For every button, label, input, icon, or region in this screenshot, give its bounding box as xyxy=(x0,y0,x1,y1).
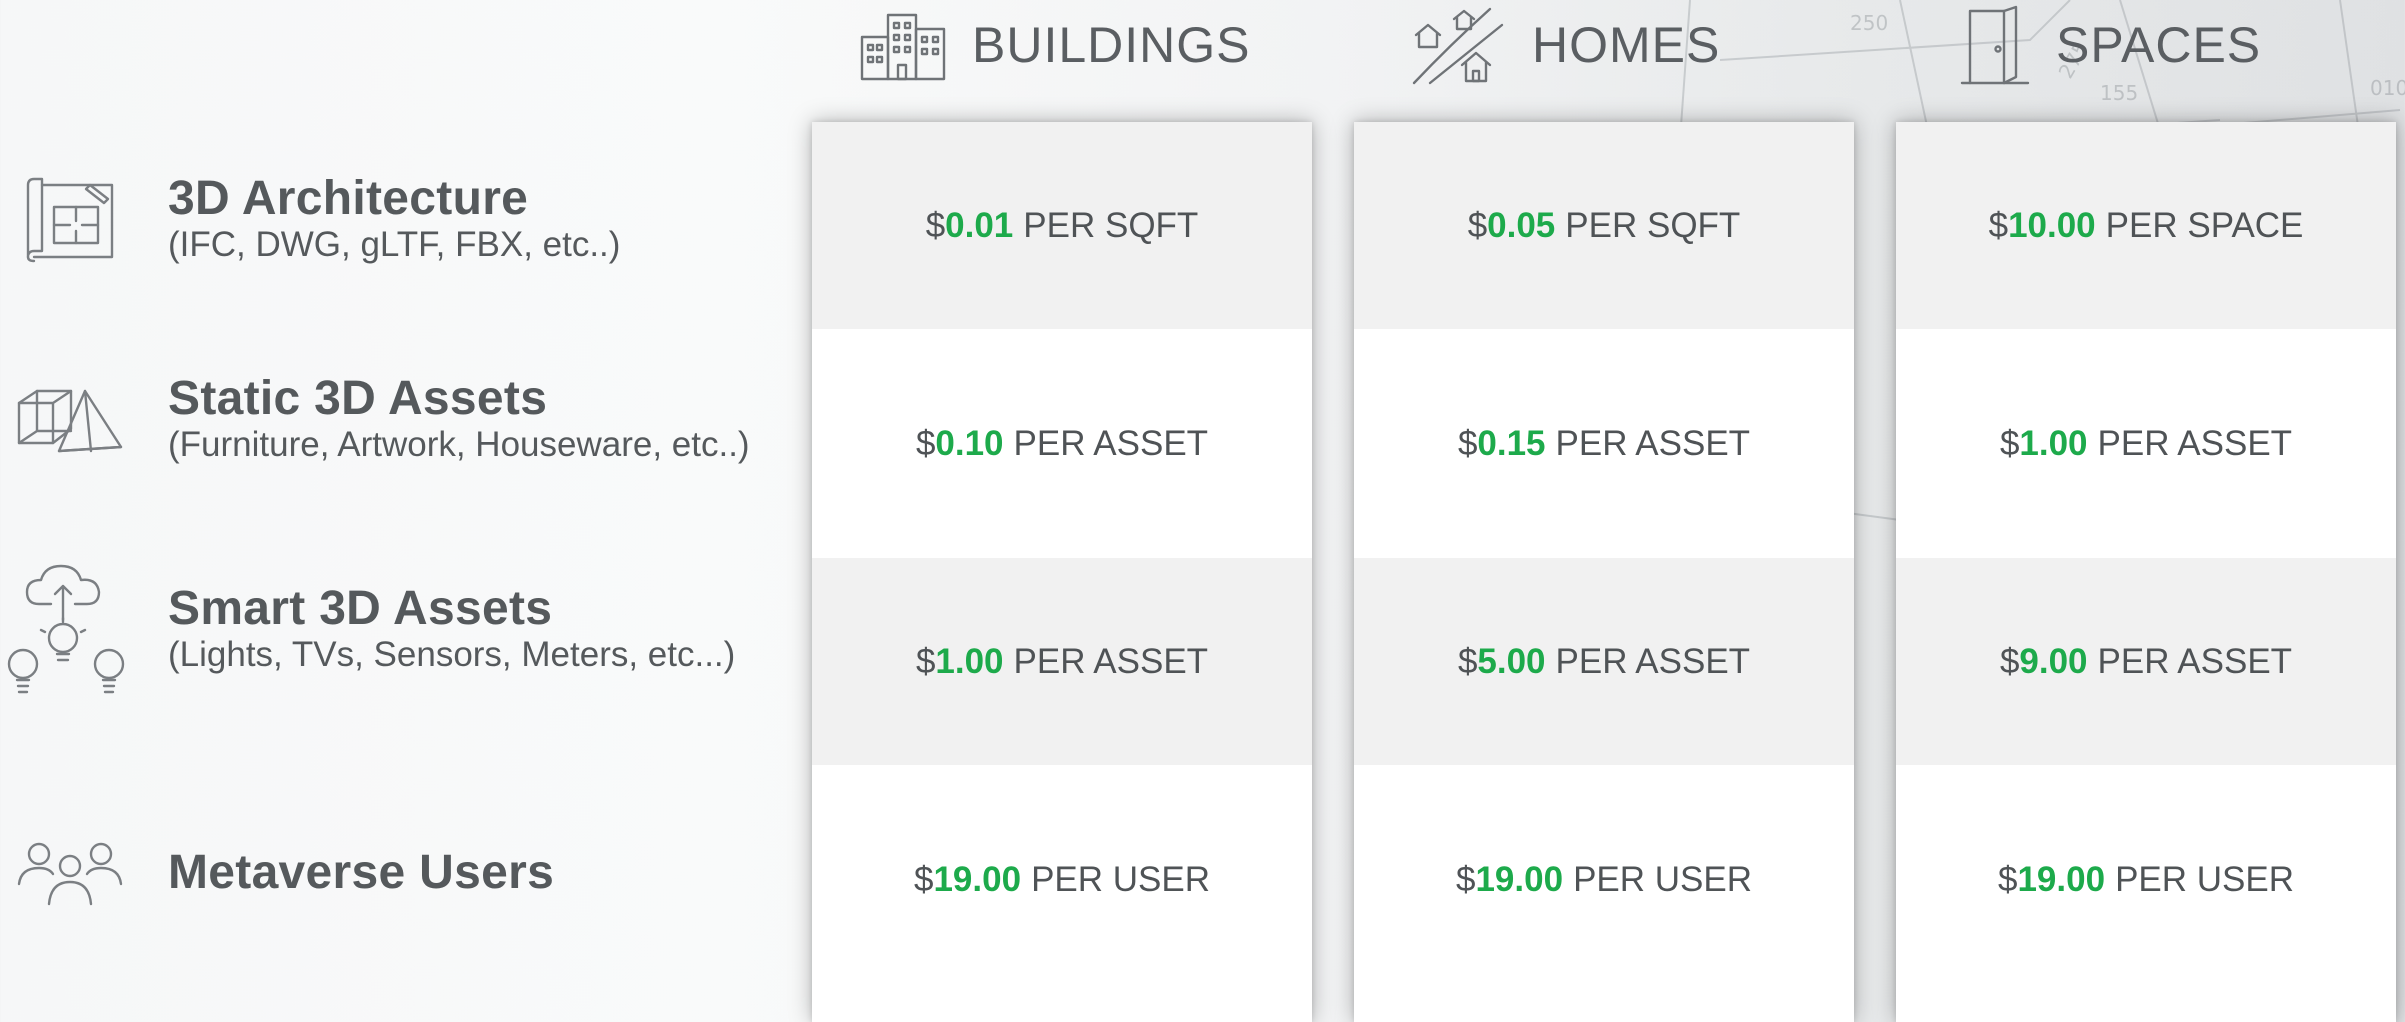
price-amount: 5.00 xyxy=(1477,641,1546,681)
price-amount: 0.15 xyxy=(1477,423,1546,463)
column-header-spaces: SPACES xyxy=(1960,0,2261,90)
price-cell: $19.00 PER USER xyxy=(812,765,1312,995)
price-unit: PER ASSET xyxy=(2097,423,2293,463)
price-amount: 0.05 xyxy=(1487,205,1556,245)
price-cell: $0.01 PER SQFT xyxy=(812,122,1312,329)
price-amount: 10.00 xyxy=(2008,205,2096,245)
cloud-bulbs-icon xyxy=(0,560,140,700)
feature-subtitle: (IFC, DWG, gLTF, FBX, etc..) xyxy=(168,225,621,265)
blueprint-label: 010 xyxy=(2370,76,2405,100)
price-cell: $0.05 PER SQFT xyxy=(1354,122,1854,329)
price-unit: PER ASSET xyxy=(1013,423,1209,463)
feature-title: Static 3D Assets xyxy=(168,371,548,425)
price-amount: 0.01 xyxy=(945,205,1014,245)
feature-title: Metaverse Users xyxy=(168,845,555,899)
price-currency: $ xyxy=(1456,860,1476,899)
price-cell: $10.00 PER SPACE xyxy=(1896,122,2396,329)
column-header-homes: HOMES xyxy=(1410,0,1720,90)
feature-title: Smart 3D Assets xyxy=(168,581,553,635)
price-amount: 19.00 xyxy=(1475,860,1564,899)
price-currency: $ xyxy=(1999,641,2020,681)
feature-row-static-assets: Static 3D Assets (Furniture, Artwork, Ho… xyxy=(0,350,750,490)
price-amount: 1.00 xyxy=(935,641,1004,681)
price-unit: PER USER xyxy=(2115,860,2294,899)
column-label: HOMES xyxy=(1532,17,1721,73)
feature-subtitle: (Lights, TVs, Sensors, Meters, etc...) xyxy=(168,635,736,675)
3d-shapes-icon xyxy=(0,350,140,490)
price-currency: $ xyxy=(914,860,934,899)
column-label: BUILDINGS xyxy=(972,17,1251,73)
price-unit: PER ASSET xyxy=(1555,641,1751,681)
feature-row-architecture: 3D Architecture (IFC, DWG, gLTF, FBX, et… xyxy=(0,150,620,290)
price-amount: 9.00 xyxy=(2019,641,2088,681)
price-cell: $0.15 PER ASSET xyxy=(1354,329,1854,558)
price-amount: 19.00 xyxy=(933,860,1022,899)
feature-row-smart-assets: Smart 3D Assets (Lights, TVs, Sensors, M… xyxy=(0,560,735,700)
price-unit: PER SQFT xyxy=(1023,205,1199,245)
price-cell: $0.10 PER ASSET xyxy=(812,329,1312,558)
price-unit: PER SPACE xyxy=(2105,205,2304,245)
buildings-icon xyxy=(860,13,946,81)
price-currency: $ xyxy=(1999,423,2020,463)
price-currency: $ xyxy=(1998,860,2018,899)
price-currency: $ xyxy=(1988,205,2009,245)
pricing-column-spaces: $10.00 PER SPACE $1.00 PER ASSET $9.00 PER … xyxy=(1896,122,2396,1022)
price-cell: $9.00 PER ASSET xyxy=(1896,558,2396,765)
price-unit: PER ASSET xyxy=(2097,641,2293,681)
price-amount: 1.00 xyxy=(2019,423,2088,463)
feature-row-metaverse-users: Metaverse Users xyxy=(0,803,554,943)
price-cell: $1.00 PER ASSET xyxy=(812,558,1312,765)
price-unit: PER USER xyxy=(1031,860,1210,899)
price-currency: $ xyxy=(1467,205,1488,245)
price-cell: $19.00 PER USER xyxy=(1354,765,1854,995)
feature-title: 3D Architecture xyxy=(168,171,529,225)
column-label: SPACES xyxy=(2056,17,2262,73)
price-currency: $ xyxy=(1457,423,1478,463)
price-cell: $1.00 PER ASSET xyxy=(1896,329,2396,558)
blueprint-icon xyxy=(0,150,140,290)
price-currency: $ xyxy=(915,423,936,463)
price-cell: $5.00 PER ASSET xyxy=(1354,558,1854,765)
homes-icon xyxy=(1412,7,1504,85)
users-icon xyxy=(0,803,140,943)
price-amount: 0.10 xyxy=(935,423,1004,463)
column-header-buildings: BUILDINGS xyxy=(860,0,1251,90)
pricing-column-buildings: $0.01 PER SQFT $0.10 PER ASSET $1.00 PER AS… xyxy=(812,122,1312,1022)
price-unit: PER ASSET xyxy=(1555,423,1751,463)
price-cell: $19.00 PER USER xyxy=(1896,765,2396,995)
price-currency: $ xyxy=(1457,641,1478,681)
feature-subtitle: (Furniture, Artwork, Houseware, etc..) xyxy=(168,425,750,465)
price-currency: $ xyxy=(925,205,946,245)
price-unit: PER USER xyxy=(1573,860,1752,899)
pricing-column-homes: $0.05 PER SQFT $0.15 PER ASSET $5.00 PER AS… xyxy=(1354,122,1854,1022)
price-currency: $ xyxy=(915,641,936,681)
price-unit: PER ASSET xyxy=(1013,641,1209,681)
price-unit: PER SQFT xyxy=(1565,205,1741,245)
blueprint-label: 250 xyxy=(1850,11,1888,35)
door-icon xyxy=(1960,5,2030,85)
price-amount: 19.00 xyxy=(2017,860,2106,899)
